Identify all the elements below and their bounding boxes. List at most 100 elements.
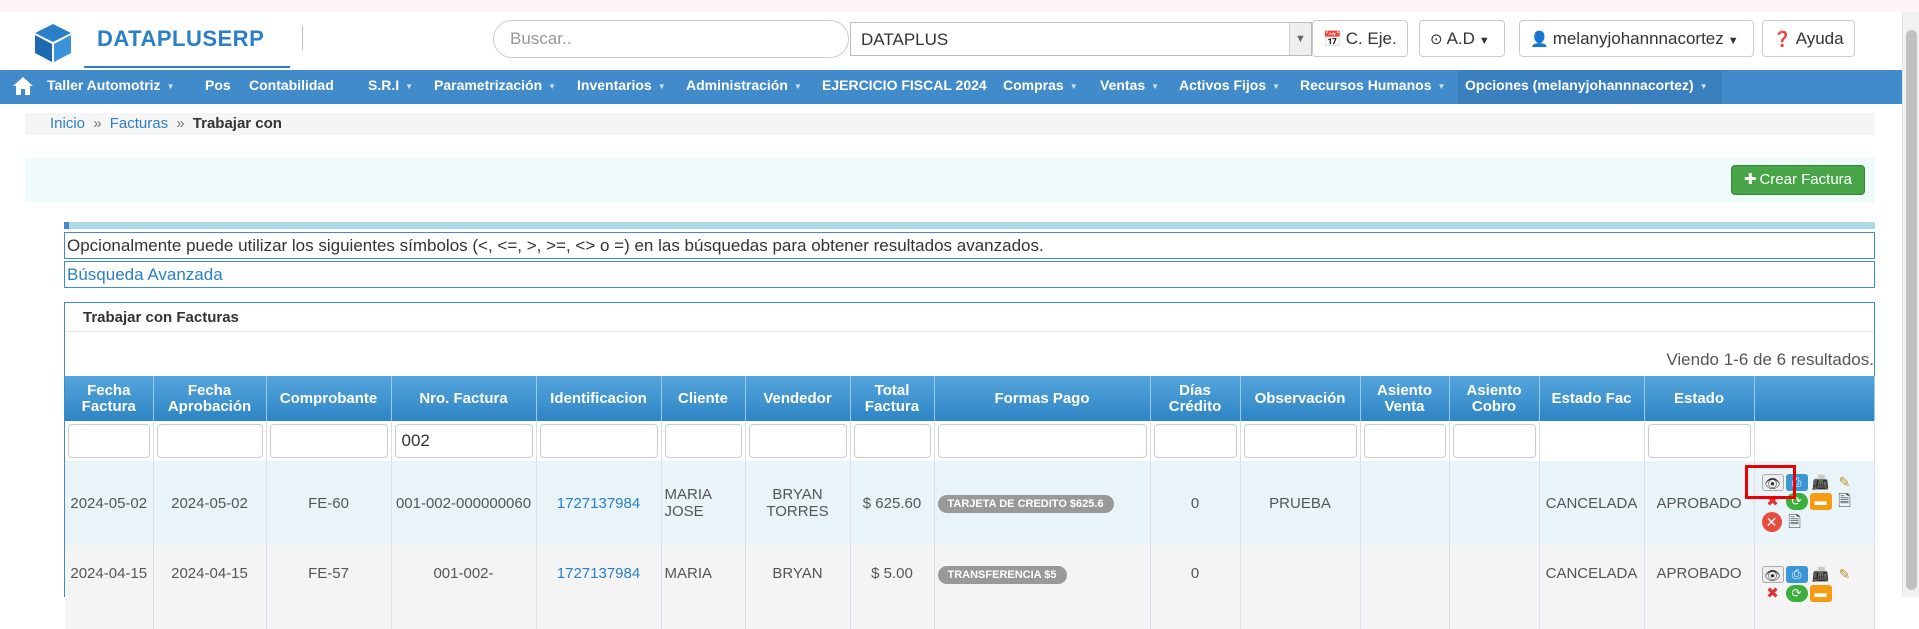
cell-observacion xyxy=(1240,545,1361,629)
nav-item-pos[interactable]: Pos xyxy=(205,77,231,93)
filter-vendedor[interactable] xyxy=(748,424,847,458)
cube-logo-icon[interactable] xyxy=(32,22,74,64)
nav-item-opciones-melanyjohannnacortez[interactable]: Opciones (melanyjohannnacortez) ▼ xyxy=(1465,77,1708,93)
pencil-icon[interactable]: ✎ xyxy=(1834,474,1856,491)
col-header[interactable]: Estado xyxy=(1644,376,1755,421)
create-invoice-button[interactable]: ✚ Crear Factura xyxy=(1730,165,1865,195)
breadcrumb-facturas-link[interactable]: Facturas xyxy=(110,115,168,132)
cell-estado-fac: CANCELADA xyxy=(1539,461,1645,545)
col-header[interactable]: Vendedor xyxy=(745,376,851,421)
chevron-down-icon[interactable]: ▼ xyxy=(1289,23,1311,55)
filter-comprobante[interactable] xyxy=(269,424,388,458)
table-header-row: Fecha Factura Fecha Aprobación Comproban… xyxy=(65,376,1875,421)
col-header[interactable]: Cliente xyxy=(661,376,746,421)
filter-total[interactable] xyxy=(853,424,931,458)
advanced-search-link[interactable]: Búsqueda Avanzada xyxy=(64,261,1875,288)
nav-item-inventarios[interactable]: Inventarios ▼ xyxy=(577,77,666,93)
filter-nro-factura[interactable] xyxy=(394,424,533,458)
help-label: Ayuda xyxy=(1795,29,1844,48)
nav-item-label: Ventas xyxy=(1100,77,1146,93)
nav-item-compras[interactable]: Compras ▼ xyxy=(1003,77,1078,93)
filter-estado[interactable] xyxy=(1647,424,1751,458)
c-eje-button[interactable]: 📅 C. Eje. xyxy=(1312,20,1408,57)
col-header[interactable]: Identificacion xyxy=(536,376,662,421)
cell-dias-credito: 0 xyxy=(1150,461,1241,545)
nav-item-label: Pos xyxy=(205,77,231,93)
nav-item-administraci-n[interactable]: Administración ▼ xyxy=(686,77,802,93)
filter-fecha-factura[interactable] xyxy=(68,424,150,458)
filter-asiento-venta[interactable] xyxy=(1363,424,1446,458)
cell-asiento-cobro xyxy=(1449,545,1540,629)
brand-name[interactable]: DATAPLUSERP xyxy=(97,26,264,52)
print-icon[interactable]: ⎙ xyxy=(1785,566,1808,583)
col-header[interactable]: Asiento Venta xyxy=(1360,376,1450,421)
invoices-panel: Trabajar con Facturas Viendo 1-6 de 6 re… xyxy=(64,302,1875,629)
ad-button[interactable]: ⊙ A.D ▼ xyxy=(1419,20,1505,57)
nav-item-label: S.R.I xyxy=(368,77,400,93)
col-header[interactable]: Comprobante xyxy=(266,376,392,421)
nav-item-taller-automotriz[interactable]: Taller Automotriz ▼ xyxy=(47,77,174,93)
document-icon[interactable]: 🗎 xyxy=(1834,493,1856,510)
cancel-icon[interactable]: ✕ xyxy=(1761,512,1782,532)
search-input[interactable] xyxy=(493,20,849,58)
question-icon: ❓ xyxy=(1773,31,1792,48)
comment-icon[interactable]: ▬ xyxy=(1809,493,1832,510)
create-invoice-label: Crear Factura xyxy=(1759,171,1852,188)
filter-asiento-cobro[interactable] xyxy=(1452,424,1536,458)
col-header[interactable]: Fecha Factura xyxy=(65,376,154,421)
breadcrumb-current: Trabajar con xyxy=(192,115,282,132)
help-button[interactable]: ❓ Ayuda xyxy=(1762,20,1855,57)
col-header[interactable]: Formas Pago xyxy=(934,376,1151,421)
cell-total: $ 5.00 xyxy=(850,545,935,629)
page-scrollbar[interactable] xyxy=(1902,12,1919,597)
nav-item-recursos-humanos[interactable]: Recursos Humanos ▼ xyxy=(1300,77,1445,93)
cell-asiento-venta xyxy=(1360,545,1450,629)
eye-icon[interactable]: 👁 xyxy=(1761,566,1784,583)
fax-icon[interactable]: 📠 xyxy=(1810,566,1832,583)
nav-item-contabilidad[interactable]: Contabilidad xyxy=(249,77,334,93)
col-header[interactable]: Días Crédito xyxy=(1150,376,1241,421)
filter-identificacion[interactable] xyxy=(539,424,658,458)
cell-vendedor: BRYAN TORRES xyxy=(745,461,851,545)
breadcrumb-home-link[interactable]: Inicio xyxy=(50,115,85,132)
col-header[interactable]: Estado Fac xyxy=(1539,376,1645,421)
nav-item-parametrizaci-n[interactable]: Parametrización ▼ xyxy=(434,77,556,93)
scrollbar-thumb[interactable] xyxy=(1906,30,1917,590)
nav-item-label: Taller Automotriz xyxy=(47,77,161,93)
pencil-icon[interactable]: ✎ xyxy=(1834,566,1856,583)
nav-item-s-r-i[interactable]: S.R.I ▼ xyxy=(368,77,413,93)
nav-item-ventas[interactable]: Ventas ▼ xyxy=(1100,77,1159,93)
filter-observacion[interactable] xyxy=(1243,424,1357,458)
filter-dias-credito[interactable] xyxy=(1153,424,1237,458)
cell-comprobante: FE-57 xyxy=(266,545,392,629)
document-icon[interactable]: 🗎 xyxy=(1784,514,1806,531)
fax-icon[interactable]: 📠 xyxy=(1810,474,1832,491)
caret-down-icon: ▼ xyxy=(1272,81,1281,91)
col-header[interactable]: Observación xyxy=(1240,376,1361,421)
user-menu-button[interactable]: 👤 melanyjohannnacortez ▼ xyxy=(1519,20,1754,57)
action-bar: ✚ Crear Factura xyxy=(25,158,1875,202)
sync-icon[interactable]: ⟳ xyxy=(1785,585,1808,602)
nav-item-activos-fijos[interactable]: Activos Fijos ▼ xyxy=(1179,77,1280,93)
col-header[interactable]: Total Factura xyxy=(850,376,935,421)
top-header: DATAPLUSERP DATAPLUS ▼ 📅C. Eje. ⊙A.D▼ 👤m… xyxy=(0,12,1902,70)
filter-cliente[interactable] xyxy=(664,424,742,458)
filter-formas-pago[interactable] xyxy=(937,424,1147,458)
table-row: 2024-05-02 2024-05-02 FE-60 001-002-0000… xyxy=(65,461,1875,545)
col-header[interactable]: Nro. Factura xyxy=(391,376,537,421)
company-select[interactable]: DATAPLUS ▼ xyxy=(850,22,1312,56)
search-hint: Opcionalmente puede utilizar los siguien… xyxy=(64,232,1875,259)
comment-icon[interactable]: ▬ xyxy=(1809,585,1832,602)
col-header[interactable]: Fecha Aprobación xyxy=(153,376,267,421)
nav-item-ejercicio-fiscal-2024[interactable]: EJERCICIO FISCAL 2024 xyxy=(822,77,987,93)
caret-down-icon: ▼ xyxy=(1478,35,1490,47)
cell-identificacion: 1727137984 xyxy=(536,545,662,629)
home-icon[interactable] xyxy=(12,76,34,96)
identificacion-link[interactable]: 1727137984 xyxy=(557,565,640,582)
filter-fecha-aprobacion[interactable] xyxy=(156,424,263,458)
nav-item-label: Activos Fijos xyxy=(1179,77,1267,93)
identificacion-link[interactable]: 1727137984 xyxy=(557,495,640,512)
col-header[interactable]: Asiento Cobro xyxy=(1449,376,1540,421)
cell-dias-credito: 0 xyxy=(1150,545,1241,629)
delete-x-icon[interactable]: ✖ xyxy=(1762,585,1784,602)
